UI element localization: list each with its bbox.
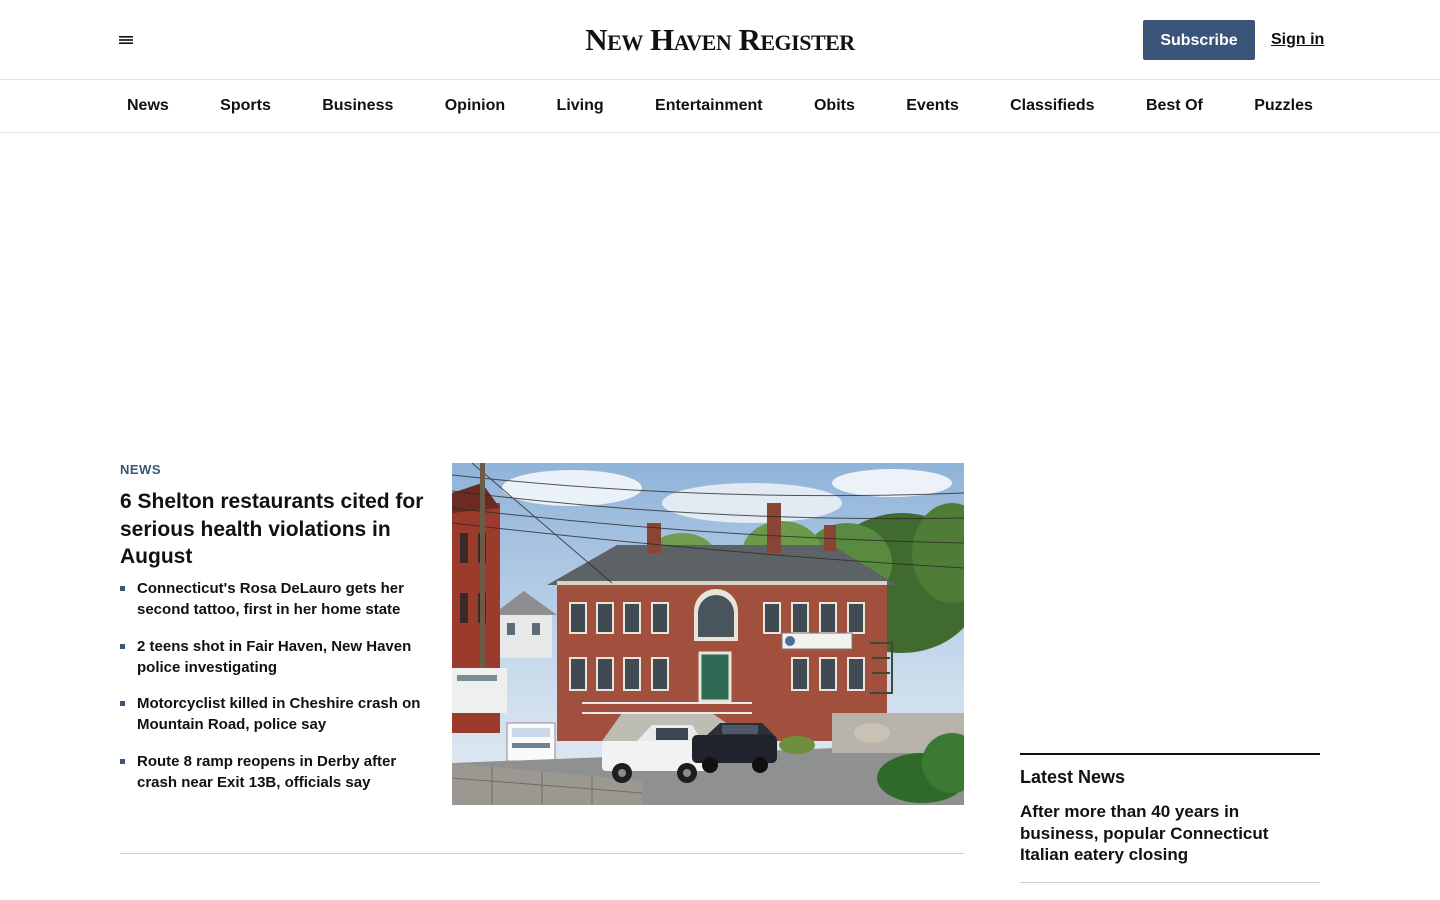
nav-item-sports[interactable]: Sports bbox=[196, 80, 295, 132]
nav-item-puzzles[interactable]: Puzzles bbox=[1230, 80, 1337, 132]
nav-item-classifieds[interactable]: Classifieds bbox=[986, 80, 1118, 132]
story-headline[interactable]: 6 Shelton restaurants cited for serious … bbox=[120, 488, 430, 571]
nav-item-opinion[interactable]: Opinion bbox=[421, 80, 529, 132]
story-kicker[interactable]: NEWS bbox=[120, 462, 161, 478]
related-story[interactable]: 2 teens shot in Fair Haven, New Haven po… bbox=[120, 636, 430, 678]
nav-item-news[interactable]: News bbox=[103, 80, 193, 132]
bullet-icon bbox=[120, 586, 125, 591]
latest-news-title: Latest News bbox=[1020, 767, 1126, 787]
related-story-title[interactable]: Connecticut's Rosa DeLauro gets her seco… bbox=[137, 580, 404, 618]
nav-item-living[interactable]: Living bbox=[533, 80, 628, 132]
related-story[interactable]: Connecticut's Rosa DeLauro gets her seco… bbox=[120, 578, 430, 620]
nav-item-entertainment[interactable]: Entertainment bbox=[631, 80, 787, 132]
nav-item-events[interactable]: Events bbox=[882, 80, 982, 132]
site-header: New Haven Register Subscribe Sign in bbox=[0, 0, 1440, 80]
site-logo[interactable]: New Haven Register bbox=[500, 20, 940, 60]
related-story-title[interactable]: Route 8 ramp reopens in Derby after cras… bbox=[137, 753, 396, 791]
nav-item-obits[interactable]: Obits bbox=[790, 80, 879, 132]
brick-building-photo bbox=[452, 463, 964, 805]
bullet-icon bbox=[120, 701, 125, 706]
related-story[interactable]: Route 8 ramp reopens in Derby after cras… bbox=[120, 751, 430, 793]
related-stories-list: Connecticut's Rosa DeLauro gets her seco… bbox=[120, 578, 430, 793]
subscribe-button[interactable]: Subscribe bbox=[1143, 20, 1255, 60]
bullet-icon bbox=[120, 759, 125, 764]
main-navigation: News Sports Business Opinion Living Ente… bbox=[0, 80, 1440, 133]
story-photo[interactable] bbox=[452, 463, 964, 805]
nav-list: News Sports Business Opinion Living Ente… bbox=[103, 80, 1337, 132]
latest-news-module: Latest News After more than 40 years in … bbox=[1020, 753, 1320, 883]
nav-item-business[interactable]: Business bbox=[298, 80, 417, 132]
sign-in-link[interactable]: Sign in bbox=[1271, 30, 1324, 50]
section-divider bbox=[120, 853, 964, 854]
nav-item-best-of[interactable]: Best Of bbox=[1122, 80, 1227, 132]
related-story[interactable]: Motorcyclist killed in Cheshire crash on… bbox=[120, 693, 430, 735]
hamburger-menu-icon[interactable] bbox=[116, 30, 136, 50]
related-story-title[interactable]: Motorcyclist killed in Cheshire crash on… bbox=[137, 695, 420, 733]
related-story-title[interactable]: 2 teens shot in Fair Haven, New Haven po… bbox=[137, 638, 411, 676]
bullet-icon bbox=[120, 644, 125, 649]
ad-space bbox=[0, 134, 1440, 434]
latest-news-item[interactable]: After more than 40 years in business, po… bbox=[1020, 801, 1320, 883]
